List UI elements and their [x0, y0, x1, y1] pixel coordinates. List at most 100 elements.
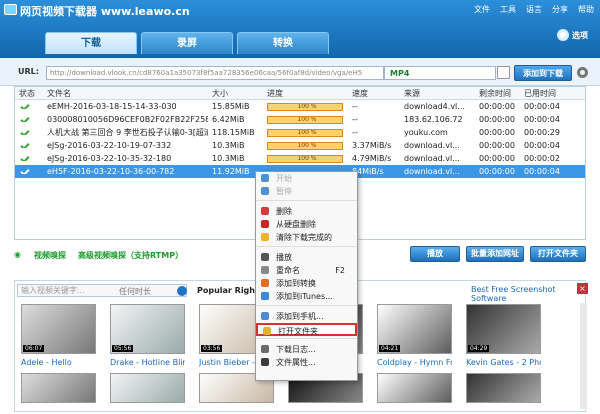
progress-bar: 100 % — [267, 141, 343, 150]
status-cell — [15, 169, 43, 174]
menu-rename[interactable]: 重命名 F2 — [256, 264, 357, 277]
header-progress: 进度 — [267, 88, 283, 98]
info-icon — [261, 358, 269, 366]
settings-icon[interactable] — [577, 67, 588, 78]
table-row[interactable]: eJSg-2016-03-22-10-19-07-332 10.3MiB 100… — [15, 139, 585, 152]
gear-icon — [557, 29, 569, 41]
speed: 3.37MiB/s — [352, 141, 392, 150]
file-size: 6.42MiB — [212, 115, 245, 124]
best-software-link[interactable]: Best Free Screenshot Software — [471, 285, 585, 303]
video-thumbnail[interactable]: 04:21 — [377, 304, 452, 354]
tab-record[interactable]: 录屏 — [141, 32, 233, 54]
header-file: 文件名 — [47, 88, 71, 98]
menu-add-convert[interactable]: 添加到转换 — [256, 277, 357, 290]
menu-pause: 暂停 — [256, 185, 357, 198]
menu-language[interactable]: 语言 — [526, 4, 542, 15]
main-tabs: 下载 录屏 转换 — [45, 32, 329, 54]
header-used: 已用时间 — [524, 88, 556, 98]
url-label: URL: — [18, 67, 39, 76]
play-button[interactable]: 播放 — [410, 246, 460, 262]
file-name: eEMH-2016-03-18-15-14-33-030 — [47, 102, 177, 111]
video-thumbnail[interactable] — [110, 373, 185, 403]
video-scrollbar[interactable] — [580, 303, 587, 409]
menu-clear-completed[interactable]: 清除下载完成的 — [256, 231, 357, 244]
table-row[interactable]: eJSg-2016-03-22-10-35-32-180 10.3MiB 100… — [15, 152, 585, 165]
speed: 4.79MiB/s — [352, 154, 392, 163]
video-search-input[interactable]: 输入视频关键字... — [17, 284, 187, 297]
window-title: 网页视频下载器 www.leawo.cn — [20, 5, 190, 18]
title-bar: 网页视频下载器 www.leawo.cn 文件 工具 语言 分享 帮助 下载 录… — [0, 0, 600, 58]
speed: -- — [352, 102, 358, 111]
menu-delete[interactable]: 删除 — [256, 205, 357, 218]
format-select[interactable]: MP4 — [384, 66, 496, 80]
progress-cell: 100 % — [263, 115, 348, 124]
menu-properties[interactable]: 文件属性... — [256, 356, 357, 369]
menu-add-itunes[interactable]: 添加到iTunes... — [256, 290, 357, 303]
close-icon — [261, 220, 269, 228]
video-thumbnail[interactable]: 06:07 — [21, 304, 96, 354]
header-size: 大小 — [212, 88, 228, 98]
menu-share[interactable]: 分享 — [552, 4, 568, 15]
search-icon[interactable] — [177, 286, 187, 296]
duration-filter[interactable]: 任何时长 — [119, 286, 151, 297]
menu-delete-disk[interactable]: 从硬盘删除 — [256, 218, 357, 231]
used-time: 00:00:04 — [524, 115, 560, 124]
video-title[interactable]: Adele - Hello — [21, 358, 96, 367]
check-icon — [20, 104, 30, 109]
batch-add-button[interactable]: 批量添加网址 — [466, 246, 524, 262]
progress-cell: 100 % — [263, 154, 348, 163]
app-logo — [4, 4, 17, 15]
video-thumbnail[interactable]: 05:56 — [110, 304, 185, 354]
status-cell — [15, 143, 43, 148]
progress-bar: 100 % — [267, 154, 343, 163]
video-title[interactable]: Coldplay - Hymn For — [377, 358, 452, 367]
progress-bar: 100 % — [267, 102, 343, 111]
menu-start: 开始 — [256, 172, 357, 185]
add-download-button[interactable]: 添加到下载 — [514, 65, 572, 81]
advanced-sniff-link[interactable]: 高级视频嗅探（支持RTMP） — [78, 250, 183, 261]
menu-tools[interactable]: 工具 — [500, 4, 516, 15]
check-icon — [20, 169, 30, 174]
video-thumbnail[interactable] — [21, 373, 96, 403]
video-thumbnail[interactable] — [466, 373, 541, 403]
convert-icon — [261, 279, 269, 287]
duration-label: 04:29 — [468, 345, 490, 352]
broom-icon — [261, 233, 269, 241]
video-sniff-link[interactable]: 视频嗅探 — [34, 250, 66, 261]
source: youku.com — [404, 128, 448, 137]
progress-cell: 100 % — [263, 141, 348, 150]
main-window: 网页视频下载器 www.leawo.cn 文件 工具 语言 分享 帮助 下载 录… — [0, 0, 600, 414]
video-thumbnail[interactable]: 04:29 — [466, 304, 541, 354]
delete-icon — [261, 207, 269, 215]
table-row[interactable]: 人机大战 第三回合 9 李世石投子认输0-3[超清版] 118.15MiB 10… — [15, 126, 585, 139]
menu-log[interactable]: 下载日志... — [256, 343, 357, 356]
table-row[interactable]: eEMH-2016-03-18-15-14-33-030 15.85MiB 10… — [15, 100, 585, 113]
menu-add-phone[interactable]: 添加到手机... — [256, 310, 357, 323]
menu-help[interactable]: 帮助 — [578, 4, 594, 15]
remaining-time: 00:00:00 — [479, 141, 515, 150]
progress-cell: 100 % — [263, 128, 348, 137]
open-folder-button[interactable]: 打开文件夹 — [530, 246, 586, 262]
used-time: 00:00:02 — [524, 154, 560, 163]
check-icon — [20, 143, 30, 148]
check-icon — [20, 156, 30, 161]
options-button[interactable]: 选项 — [557, 29, 588, 41]
menu-open-folder[interactable]: 打开文件夹 — [256, 323, 357, 336]
video-thumbnail[interactable] — [377, 373, 452, 403]
file-size: 10.3MiB — [212, 154, 245, 163]
menu-play[interactable]: 播放 — [256, 251, 357, 264]
video-title[interactable]: Drake - Hotline Bling — [110, 358, 185, 367]
table-row[interactable]: 030008010056D96CEF0B2F02FB22F2584FD64...… — [15, 113, 585, 126]
menu-file[interactable]: 文件 — [474, 4, 490, 15]
header-remaining: 剩余时间 — [479, 88, 511, 98]
tab-download[interactable]: 下载 — [45, 32, 137, 54]
video-title[interactable]: Kevin Gates - 2 Phones — [466, 358, 541, 367]
remaining-time: 00:00:00 — [479, 128, 515, 137]
shortcut-label: F2 — [335, 266, 345, 275]
used-time: 00:00:04 — [524, 102, 560, 111]
paste-icon[interactable] — [497, 66, 510, 79]
tab-convert[interactable]: 转换 — [237, 32, 329, 54]
remaining-time: 00:00:00 — [479, 167, 515, 176]
close-icon[interactable]: × — [577, 283, 588, 294]
url-input[interactable]: http://download.vlook.cn/cd8760a1a35073f… — [46, 66, 384, 80]
